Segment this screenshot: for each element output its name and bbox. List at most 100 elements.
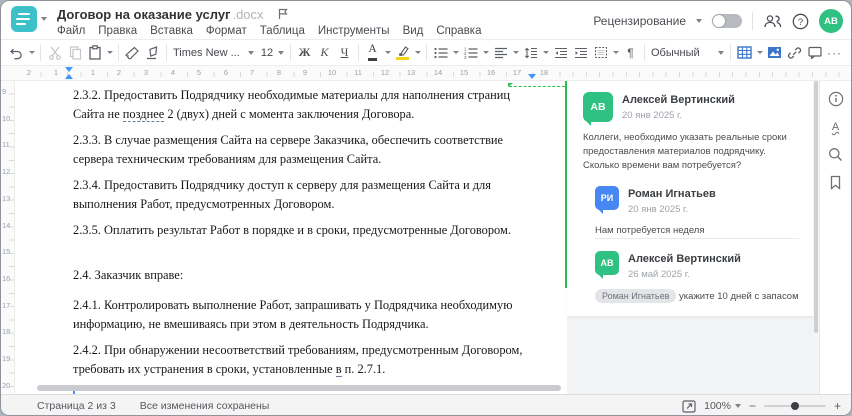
menu-edit[interactable]: Правка: [98, 25, 137, 37]
paragraph-border-caret-down-icon[interactable]: [611, 51, 620, 54]
comment-reply[interactable]: АВ Алексей Вертинский 26 май 2025 г. Ром…: [595, 238, 799, 304]
font-size-caret-down-icon: [278, 50, 284, 55]
indent-marker[interactable]: [65, 67, 73, 79]
font-color-button[interactable]: А: [363, 42, 382, 64]
bullet-list-icon[interactable]: [431, 42, 450, 64]
undo-icon[interactable]: [7, 42, 26, 64]
search-icon[interactable]: [828, 147, 843, 162]
right-indent-marker[interactable]: [528, 74, 536, 79]
user-avatar[interactable]: АВ: [819, 9, 843, 33]
ruler-number: 4: [169, 68, 177, 77]
line-spacing-icon[interactable]: [521, 42, 540, 64]
paragraph-border-icon[interactable]: [591, 42, 610, 64]
info-icon[interactable]: [828, 91, 844, 107]
bookmark-icon[interactable]: [829, 175, 842, 190]
document-page[interactable]: 2.3.2. Предоставить Подрядчику необходим…: [15, 81, 567, 402]
ruler-number: 3: [142, 68, 150, 77]
paste-caret-down-icon[interactable]: [105, 51, 114, 54]
bullet-list-caret-down-icon[interactable]: [451, 51, 460, 54]
paragraph-style-select[interactable]: Обычный: [649, 47, 726, 59]
zoom-in-button[interactable]: +: [834, 399, 841, 413]
undo-caret-down-icon[interactable]: [27, 51, 36, 54]
svg-text:3: 3: [464, 55, 467, 59]
paragraph: 2.3.3. В случае размещения Сайта на серв…: [73, 133, 504, 166]
vertical-ruler[interactable]: 9 10 11 12 13 14 15 16 17 18 19 20: [1, 81, 15, 394]
nonprinting-chars-button[interactable]: ¶: [621, 42, 640, 64]
comment-date: 26 май 2025 г.: [628, 269, 690, 280]
numbered-list-icon[interactable]: 123: [461, 42, 480, 64]
spellcheck-icon[interactable]: А: [832, 120, 839, 134]
page-indicator[interactable]: Страница 2 из 3: [37, 400, 116, 412]
collaboration-users-icon[interactable]: [763, 13, 782, 29]
fit-page-icon[interactable]: [682, 399, 696, 413]
ruler-number: 1: [89, 68, 97, 77]
logo-caret-down-icon[interactable]: [41, 17, 47, 21]
menu-insert[interactable]: Вставка: [150, 25, 193, 37]
vertical-scrollbar[interactable]: [813, 81, 819, 394]
ruler-number: 7: [248, 68, 256, 77]
review-caret-down-icon[interactable]: [696, 19, 702, 23]
clear-style-icon[interactable]: [143, 42, 162, 64]
comment-icon[interactable]: [805, 42, 824, 64]
numbered-list-caret-down-icon[interactable]: [481, 51, 490, 54]
table-icon[interactable]: [735, 42, 754, 64]
document-extension: .docx: [232, 6, 264, 22]
mention-chip[interactable]: Роман Игнатьев: [595, 289, 677, 303]
align-caret-down-icon[interactable]: [511, 51, 520, 54]
menu-view[interactable]: Вид: [403, 25, 424, 37]
ruler-number: 9: [301, 68, 309, 77]
underline-button[interactable]: Ч: [335, 42, 354, 64]
horizontal-ruler[interactable]: 2 1 1 2 3 4 5 6 7 8 9 10 11 12 13 14 15 …: [1, 65, 851, 81]
menu-file[interactable]: Файл: [57, 25, 85, 37]
ruler-number: 16: [2, 274, 11, 283]
italic-button[interactable]: К: [315, 42, 334, 64]
horizontal-scrollbar[interactable]: [37, 385, 561, 391]
comment-thread[interactable]: АВ Алексей Вертинский 20 янв 2025 г. Кол…: [567, 81, 813, 316]
image-icon[interactable]: [765, 42, 784, 64]
ruler-number: 16: [485, 68, 497, 77]
header-divider: [752, 12, 753, 30]
help-icon[interactable]: ?: [792, 13, 809, 30]
title-block: Договор на оказание услуг .docx Файл Прав…: [57, 6, 482, 38]
ruler-number: 9: [2, 87, 7, 96]
copy-icon[interactable]: [65, 42, 84, 64]
format-painter-icon[interactable]: [123, 42, 142, 64]
more-tools-button[interactable]: ···: [825, 42, 844, 64]
ruler-number: 2: [115, 68, 123, 77]
menu-format[interactable]: Формат: [206, 25, 247, 37]
menu-tools[interactable]: Инструменты: [318, 25, 390, 37]
font-name-caret-down-icon: [248, 50, 254, 55]
font-name-select[interactable]: Times New ...: [171, 47, 256, 59]
table-caret-down-icon[interactable]: [755, 51, 764, 54]
font-size-select[interactable]: 12: [257, 47, 286, 59]
cut-icon[interactable]: [45, 42, 64, 64]
align-left-icon[interactable]: [491, 42, 510, 64]
app-logo-icon[interactable]: [11, 6, 37, 32]
flag-icon[interactable]: [278, 8, 289, 20]
scrollbar-thumb[interactable]: [814, 81, 818, 333]
increase-indent-icon[interactable]: [571, 42, 590, 64]
highlight-color-button[interactable]: [393, 42, 412, 64]
zoom-select[interactable]: 100%: [704, 400, 741, 412]
menu-help[interactable]: Справка: [436, 25, 481, 37]
ruler-number: 13: [405, 68, 417, 77]
paragraph: 2.3.4. Предоставить Подрядчику доступ к …: [73, 178, 491, 211]
decrease-indent-icon[interactable]: [551, 42, 570, 64]
paste-icon[interactable]: [85, 42, 104, 64]
bold-button[interactable]: Ж: [295, 42, 314, 64]
ruler-number: 12: [2, 167, 11, 176]
comment-reply[interactable]: РИ Роман Игнатьев 20 янв 2025 г.: [595, 186, 799, 215]
menu-table[interactable]: Таблица: [260, 25, 305, 37]
review-toggle[interactable]: [712, 14, 742, 28]
zoom-slider-knob[interactable]: [790, 402, 799, 410]
ruler-number: 18: [2, 327, 11, 336]
zoom-out-button[interactable]: −: [749, 399, 756, 413]
font-color-caret-down-icon[interactable]: [383, 51, 392, 54]
line-spacing-caret-down-icon[interactable]: [541, 51, 550, 54]
link-icon[interactable]: [785, 42, 804, 64]
zoom-slider[interactable]: [763, 402, 826, 410]
ruler-number: 11: [353, 68, 363, 77]
review-mode-label[interactable]: Рецензирование: [593, 14, 686, 28]
ruler-number: 14: [432, 68, 444, 77]
highlight-caret-down-icon[interactable]: [413, 51, 422, 54]
